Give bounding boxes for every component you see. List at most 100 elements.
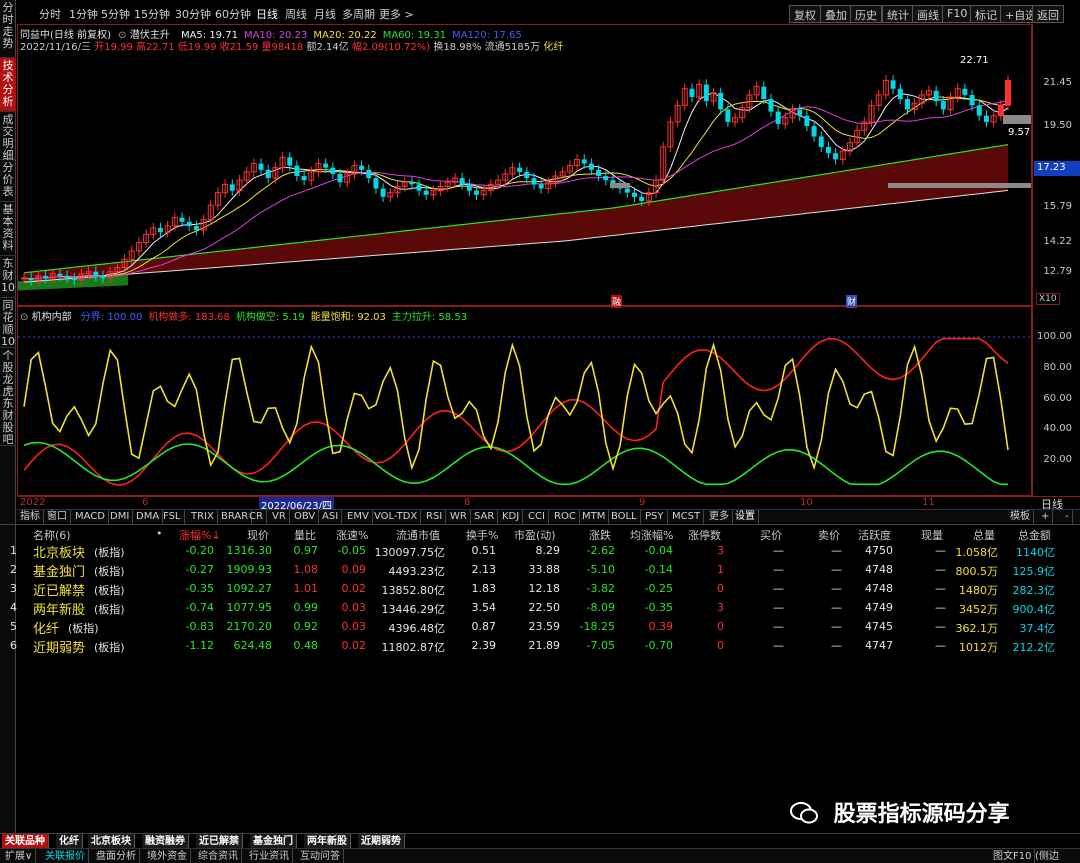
period-tab[interactable]: 分时 [39, 6, 61, 22]
left-nav-item[interactable]: 个股龙虎 [0, 348, 16, 398]
table-column-header[interactable]: 买价 [760, 527, 782, 543]
table-column-header[interactable]: 涨停数 [688, 527, 721, 543]
indicator-tab[interactable]: CCI [525, 510, 549, 524]
toolbar-button[interactable]: 画线 [912, 5, 944, 23]
period-tab[interactable]: 60分钟 [215, 6, 251, 22]
indicator-tab[interactable]: VOL-TDX [371, 510, 422, 524]
indicator-tab[interactable]: DMA [133, 510, 164, 524]
indicator-tab-control[interactable]: + [1038, 510, 1054, 524]
indicator-tab[interactable]: FSL [160, 510, 185, 524]
period-tab[interactable]: 更多 > [379, 6, 414, 22]
status-tab[interactable]: 关联报价 [42, 849, 89, 863]
indicator-tab[interactable]: EMV [344, 510, 373, 524]
main-kline-chart[interactable]: 同益中(日线 前复权) ⊙ 潜伏主升 MA5: 19.71 MA10: 20.23… [17, 24, 1032, 308]
block-tab[interactable]: 北京板块 [88, 834, 135, 849]
left-nav-item[interactable]: 技术分析 [0, 58, 16, 112]
indicator-tab[interactable]: OBV [291, 510, 320, 524]
toolbar-button[interactable]: 统计 [882, 5, 914, 23]
toolbar-button[interactable]: 复权 [789, 5, 821, 23]
institution-indicator-chart[interactable]: ⊙ 机构内部 分界: 100.00 机构做多: 183.68 机构做空: 5.19 能… [17, 306, 1032, 496]
period-tab[interactable]: 15分钟 [134, 6, 170, 22]
table-row[interactable]: 近已解禁 (板指) 3 -0.35 1092.27 1.01 0.02 13852.80亿 1.… [0, 580, 1080, 599]
left-nav-item[interactable]: 基本资料 [0, 202, 16, 256]
toolbar-button[interactable]: 标记 [970, 5, 1002, 23]
block-tab[interactable]: 近已解禁 [196, 834, 243, 849]
sidebar-toggle[interactable]: (侧边栏») [1032, 849, 1080, 863]
period-tab[interactable]: 30分钟 [175, 6, 211, 22]
indicator-tab[interactable]: DMI [107, 510, 134, 524]
status-tab[interactable]: 盘面分析 [93, 849, 140, 863]
indicator-tab[interactable]: PSY [642, 510, 668, 524]
toolbar-button[interactable]: 叠加 [820, 5, 852, 23]
status-tab[interactable]: 综合资讯 [195, 849, 242, 863]
indicator-tab[interactable]: ASI [319, 510, 343, 524]
table-column-header[interactable]: 总量 [973, 527, 995, 543]
indicator-tab[interactable]: TRIX [188, 510, 218, 524]
toolbar-button[interactable]: F10 [942, 5, 973, 23]
table-column-header[interactable]: 名称(6) [33, 527, 71, 543]
table-column-header[interactable]: 量比 [294, 527, 316, 543]
table-row[interactable]: 化纤 (板指) 5 -0.83 2170.20 0.92 0.03 4396.48亿 0.87 2… [0, 618, 1080, 637]
block-tab[interactable]: 关联品种 [2, 834, 49, 849]
indicator-tab[interactable]: ROC [551, 510, 580, 524]
row-name[interactable]: 近已解禁 [33, 580, 85, 599]
row-name[interactable]: 基金独门 [33, 561, 85, 580]
indicator-tab[interactable]: VR [269, 510, 290, 524]
zoom-x10[interactable]: X10 [1036, 293, 1060, 305]
table-row[interactable]: 基金独门 (板指) 2 -0.27 1909.93 1.08 0.09 4493.23亿 2.1… [0, 561, 1080, 580]
table-column-header[interactable]: 换手% [466, 527, 498, 543]
status-tab[interactable]: 互动问答 [297, 849, 344, 863]
left-nav-item[interactable]: 分时走势 [0, 0, 16, 58]
row-name[interactable]: 两年新股 [33, 599, 85, 618]
table-column-header[interactable]: 现量 [921, 527, 943, 543]
table-column-header[interactable]: • [156, 527, 163, 540]
table-column-header[interactable]: 卖价 [818, 527, 840, 543]
indicator-tab[interactable]: MACD [72, 510, 109, 524]
row-name[interactable]: 北京板块 [33, 542, 85, 561]
period-tab[interactable]: 多周期 [342, 6, 375, 22]
left-nav-item[interactable]: 成交明细 [0, 112, 16, 162]
indicator-tab[interactable]: MTM [579, 510, 610, 524]
toolbar-button[interactable]: 历史 [850, 5, 882, 23]
table-column-header[interactable]: 涨速% [336, 527, 368, 543]
indicator-tab[interactable]: RSI [423, 510, 447, 524]
period-tab[interactable]: 1分钟 [69, 6, 98, 22]
block-tab[interactable]: 融资融券 [142, 834, 189, 849]
indicator-tab[interactable]: 指标 [17, 510, 44, 524]
row-name[interactable]: 近期弱势 [33, 637, 85, 656]
left-nav-item[interactable]: 分价表 [0, 160, 16, 202]
table-row[interactable]: 两年新股 (板指) 4 -0.74 1077.95 0.99 0.03 13446.29亿 3.… [0, 599, 1080, 618]
left-nav-item[interactable]: 同花顺10 [0, 298, 16, 348]
row-name[interactable]: 化纤 [33, 618, 59, 637]
table-column-header[interactable]: 均涨幅% [630, 527, 673, 543]
status-tab[interactable]: 行业资讯 [246, 849, 293, 863]
table-column-header[interactable]: 涨幅%↓ [179, 527, 221, 543]
indicator-tab[interactable]: KDJ [499, 510, 524, 524]
table-column-header[interactable]: 市盈(动) [514, 527, 556, 543]
status-tab[interactable]: 扩展∨ [2, 849, 37, 863]
period-tab[interactable]: 月线 [314, 6, 336, 22]
indicator-tab-control[interactable]: 模板 [1007, 510, 1034, 524]
indicator-tab[interactable]: CR [246, 510, 267, 524]
period-tab[interactable]: 日线 [256, 6, 278, 22]
indicator-tab[interactable]: SAR [471, 510, 499, 524]
block-tab[interactable]: 两年新股 [304, 834, 351, 849]
table-row[interactable]: 近期弱势 (板指) 6 -1.12 624.48 0.48 0.02 11802.87亿 2.3… [0, 637, 1080, 656]
indicator-tab[interactable]: 窗口 [44, 510, 71, 524]
toolbar-button[interactable]: 返回 [1032, 5, 1064, 23]
table-column-header[interactable]: 活跃度 [858, 527, 891, 543]
f10-button[interactable]: 图文F10 [990, 849, 1036, 863]
period-tab[interactable]: 5分钟 [101, 6, 130, 22]
table-column-header[interactable]: 现价 [247, 527, 269, 543]
table-column-header[interactable]: 总金额 [1018, 527, 1051, 543]
indicator-tab[interactable]: BOLL [608, 510, 641, 524]
period-tab[interactable]: 周线 [285, 6, 307, 22]
block-tab[interactable]: 化纤 [56, 834, 83, 849]
indicator-tab[interactable]: 设置 [732, 510, 759, 524]
left-nav-item[interactable]: 东财10 [0, 256, 16, 298]
left-nav-item[interactable]: 东财股吧 [0, 396, 16, 446]
indicator-tab[interactable]: 更多 [706, 510, 733, 524]
block-tab[interactable]: 近期弱势 [358, 834, 405, 849]
status-tab[interactable]: 境外资金 [144, 849, 191, 863]
table-row[interactable]: 北京板块 (板指) 1 -0.20 1316.30 0.97 -0.05 130097.75亿… [0, 542, 1080, 561]
